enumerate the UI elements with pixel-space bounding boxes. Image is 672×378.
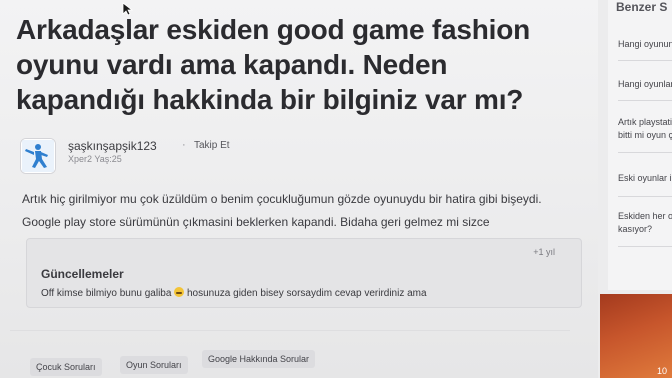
sidebar-item-2[interactable]: Hangi oyunlar bbox=[618, 78, 672, 91]
tag-google-hakkinda-sorular[interactable]: Google Hakkında Sorular bbox=[202, 350, 316, 368]
author-meta: Xper2 Yaş:25 bbox=[68, 154, 122, 164]
karate-avatar-icon bbox=[21, 139, 55, 173]
tag-cocuk-sorulari[interactable]: Çocuk Soruları bbox=[30, 358, 102, 376]
sad-face-emoji-icon bbox=[174, 287, 185, 297]
update-text-part1: Off kimse bilmiyo bunu galiba bbox=[41, 288, 172, 299]
sidebar-item-4[interactable]: Eski oyunlar il bbox=[618, 172, 672, 185]
sidebar-divider bbox=[618, 152, 672, 153]
author-name[interactable]: şaşkınşapşik123 bbox=[68, 139, 157, 153]
updates-box: +1 yıl Güncellemeler Off kimse bilmiyo b… bbox=[26, 238, 582, 308]
question-main: Arkadaşlar eskiden good game fashion oyu… bbox=[0, 0, 598, 378]
question-title: Arkadaşlar eskiden good game fashion oyu… bbox=[16, 14, 531, 115]
sidebar-title: Benzer S bbox=[616, 0, 668, 14]
update-text: Off kimse bilmiyo bunu galiba hosunuza g… bbox=[41, 287, 427, 299]
sidebar-divider bbox=[618, 246, 672, 247]
author-row: şaşkınşapşik123 · Takip Et Xper2 Yaş:25 bbox=[20, 136, 420, 176]
follow-button[interactable]: Takip Et bbox=[194, 140, 230, 151]
update-time: +1 yıl bbox=[533, 247, 555, 257]
tag-oyun-sorulari[interactable]: Oyun Soruları bbox=[120, 356, 188, 374]
divider bbox=[10, 330, 570, 331]
sidebar-divider bbox=[618, 60, 672, 61]
question-body: Artık hiç girilmiyor mu çok üzüldüm o be… bbox=[22, 192, 542, 229]
sidebar-item-5[interactable]: Eskiden her oy kasıyor? bbox=[618, 210, 672, 236]
updates-title: Güncellemeler bbox=[41, 267, 124, 281]
sidebar-item-3[interactable]: Artık playstati bitti mi oyun ç bbox=[618, 116, 672, 142]
page: Arkadaşlar eskiden good game fashion oyu… bbox=[0, 0, 672, 378]
mouse-cursor-icon bbox=[122, 2, 134, 16]
sidebar-item-1[interactable]: Hangi oyunun bbox=[618, 38, 672, 51]
sidebar-ad-number: 10 bbox=[657, 366, 668, 376]
separator-dot: · bbox=[182, 139, 186, 151]
sidebar-divider bbox=[618, 100, 672, 101]
sidebar-divider bbox=[618, 196, 672, 197]
tags-row: Çocuk Soruları Oyun Soruları Google Hakk… bbox=[30, 350, 590, 376]
avatar[interactable] bbox=[20, 138, 56, 174]
update-text-part2: hosunuza giden bisey sorsaydim cevap ver… bbox=[187, 288, 427, 299]
